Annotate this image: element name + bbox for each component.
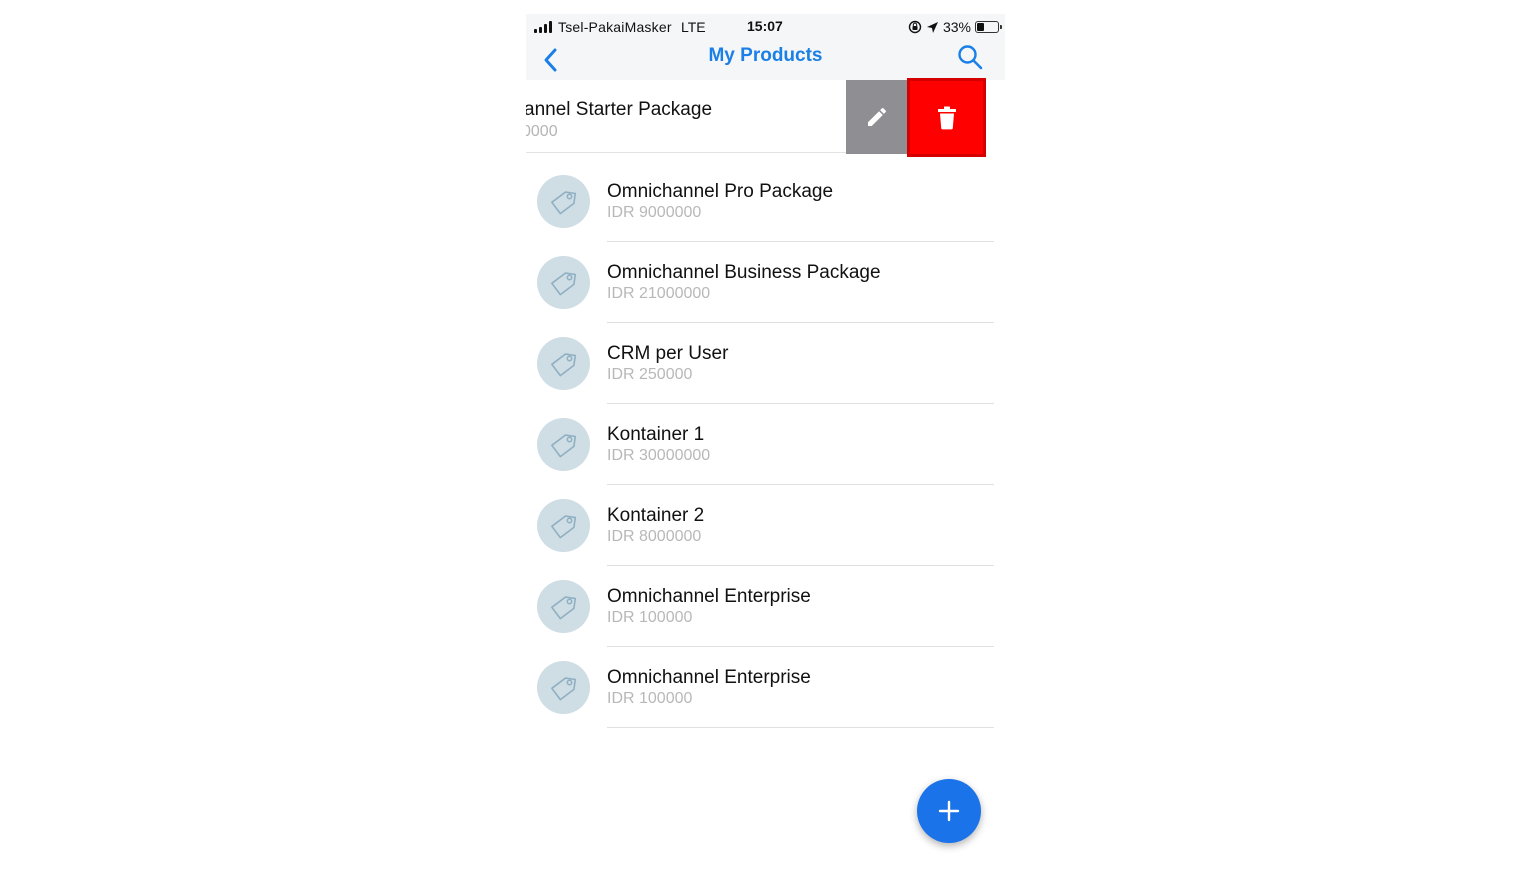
plus-icon bbox=[938, 800, 960, 822]
product-row[interactable]: Kontainer 2 IDR 8000000 bbox=[526, 485, 1005, 566]
product-row[interactable]: Omnichannel Pro Package IDR 9000000 bbox=[526, 161, 1005, 242]
add-product-button[interactable] bbox=[917, 779, 981, 843]
product-title: Omnichannel Enterprise bbox=[607, 667, 811, 688]
product-price: IDR 30000000 bbox=[607, 447, 711, 464]
page-title: My Products bbox=[708, 45, 823, 66]
delete-button[interactable] bbox=[907, 78, 986, 157]
product-price: IDR 9000000 bbox=[607, 204, 702, 221]
tag-icon bbox=[547, 509, 581, 543]
swiped-item-title: annel Starter Package bbox=[526, 99, 713, 120]
product-title: CRM per User bbox=[607, 343, 729, 364]
product-row[interactable]: Omnichannel Business Package IDR 21000000 bbox=[526, 242, 1005, 323]
product-avatar bbox=[537, 418, 590, 471]
pencil-icon bbox=[867, 107, 886, 126]
product-title: Omnichannel Pro Package bbox=[607, 181, 834, 202]
product-avatar bbox=[537, 337, 590, 390]
product-title: Omnichannel Business Package bbox=[607, 262, 881, 283]
status-bar: Tsel-PakaiMasker LTE 15:07 33% bbox=[526, 14, 1005, 40]
product-avatar bbox=[537, 580, 590, 633]
signal-icon bbox=[534, 21, 554, 33]
search-icon bbox=[958, 45, 983, 70]
product-title: Kontainer 2 bbox=[607, 505, 705, 526]
battery-fill bbox=[977, 23, 984, 31]
tag-icon bbox=[547, 185, 581, 219]
tag-icon bbox=[547, 347, 581, 381]
product-avatar bbox=[537, 661, 590, 714]
tag-icon bbox=[547, 671, 581, 705]
trash-icon bbox=[937, 106, 956, 129]
tag-icon bbox=[547, 266, 581, 300]
product-avatar bbox=[537, 499, 590, 552]
product-price: IDR 100000 bbox=[607, 609, 693, 626]
product-price: IDR 100000 bbox=[607, 690, 693, 707]
edit-button[interactable] bbox=[846, 80, 907, 154]
phone-screen: Tsel-PakaiMasker LTE 15:07 33% My Produc… bbox=[526, 14, 1005, 883]
navigation-bar: My Products bbox=[526, 40, 1005, 80]
swiped-item-content[interactable]: annel Starter Package 0000 bbox=[526, 80, 846, 153]
carrier-name: Tsel-PakaiMasker bbox=[558, 19, 672, 35]
tag-icon bbox=[547, 590, 581, 624]
product-avatar bbox=[537, 175, 590, 228]
top-bar: Tsel-PakaiMasker LTE 15:07 33% My Produc… bbox=[526, 14, 1005, 80]
rotation-lock-icon bbox=[908, 20, 922, 34]
product-price: IDR 8000000 bbox=[607, 528, 702, 545]
swiped-item-price: 0000 bbox=[526, 123, 558, 140]
product-row[interactable]: CRM per User IDR 250000 bbox=[526, 323, 1005, 404]
product-row[interactable]: Omnichannel Enterprise IDR 100000 bbox=[526, 566, 1005, 647]
battery-icon bbox=[975, 21, 1002, 33]
battery-percent: 33% bbox=[942, 19, 971, 35]
product-price: IDR 21000000 bbox=[607, 285, 711, 302]
search-button[interactable] bbox=[955, 42, 985, 72]
location-arrow-icon bbox=[926, 21, 938, 33]
status-time: 15:07 bbox=[747, 18, 783, 34]
network-type: LTE bbox=[681, 19, 706, 35]
status-right-group: 33% bbox=[908, 18, 1002, 36]
swiped-list-item[interactable]: annel Starter Package 0000 bbox=[526, 78, 986, 157]
product-title: Kontainer 1 bbox=[607, 424, 705, 445]
row-divider bbox=[607, 727, 994, 728]
product-avatar bbox=[537, 256, 590, 309]
product-title: Omnichannel Enterprise bbox=[607, 586, 811, 607]
product-price: IDR 250000 bbox=[607, 366, 693, 383]
tag-icon bbox=[547, 428, 581, 462]
product-row[interactable]: Omnichannel Enterprise IDR 100000 bbox=[526, 647, 1005, 728]
product-row[interactable]: Kontainer 1 IDR 30000000 bbox=[526, 404, 1005, 485]
